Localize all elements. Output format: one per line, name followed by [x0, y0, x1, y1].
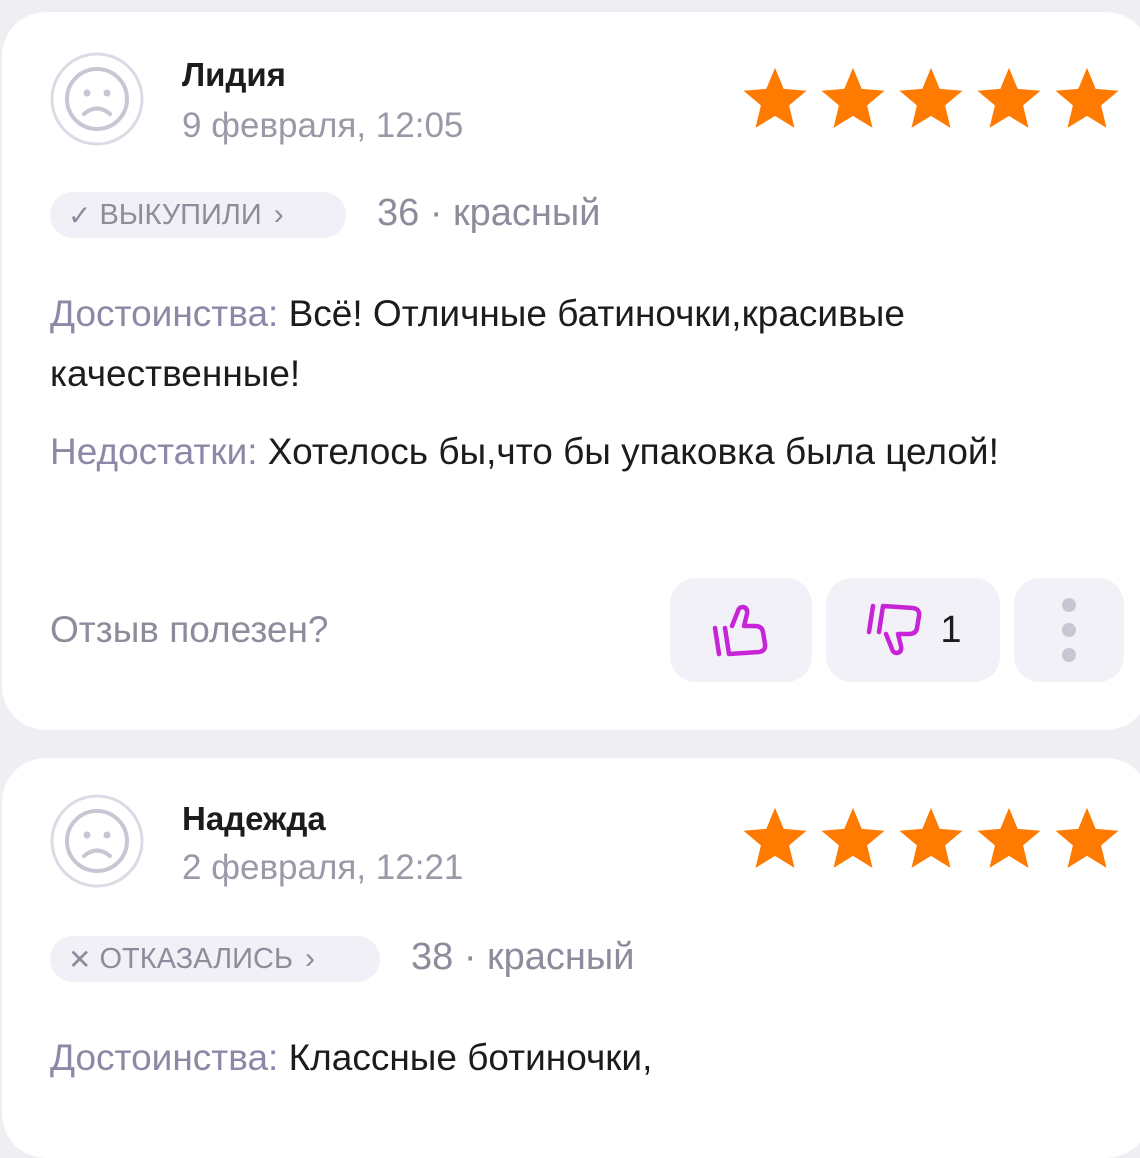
purchase-status-chip[interactable]: ✕ ОТКАЗАЛИСЬ ›: [50, 936, 380, 982]
review-pros: Достоинства: Всё! Отличные батиночки,кра…: [50, 284, 1120, 404]
review-author: Лидия: [182, 56, 286, 93]
review-date: 2 февраля, 12:21: [182, 848, 464, 887]
pros-label: Достоинства:: [50, 293, 279, 334]
sad-face-avatar-icon: [50, 794, 144, 888]
dislike-button[interactable]: 1: [826, 578, 1000, 682]
purchase-status-label: ОТКАЗАЛИСЬ: [99, 942, 293, 975]
cross-icon: ✕: [68, 943, 92, 975]
review-date: 9 февраля, 12:05: [182, 106, 464, 145]
chevron-right-icon: ›: [305, 942, 315, 975]
purchase-status-label: ВЫКУПИЛИ: [99, 198, 262, 231]
review-card: Лидия 9 февраля, 12:05 ✓ ВЫКУПИЛИ › 36 ·…: [2, 12, 1140, 730]
thumbs-down-icon: [867, 603, 922, 656]
checkmark-icon: ✓: [68, 199, 92, 231]
rating-stars: [739, 804, 1123, 876]
cons-label: Недостатки:: [50, 431, 258, 472]
cons-text: Хотелось бы,что бы упаковка была целой!: [257, 431, 999, 472]
review-pros: Достоинства: Классные ботиночки,: [50, 1028, 1120, 1088]
sad-face-avatar-icon: [50, 52, 144, 146]
star-icon: [1055, 67, 1119, 128]
dislike-count: 1: [940, 608, 962, 651]
pros-text: Классные ботиночки,: [278, 1037, 653, 1078]
chevron-right-icon: ›: [273, 198, 284, 231]
star-icon: [821, 67, 885, 128]
purchase-status-chip[interactable]: ✓ ВЫКУПИЛИ ›: [50, 192, 346, 238]
star-icon: [977, 807, 1041, 868]
more-options-button[interactable]: [1014, 578, 1124, 682]
star-icon: [899, 807, 963, 868]
helpful-prompt: Отзыв полезен?: [50, 609, 329, 650]
thumbs-up-icon: [712, 604, 768, 657]
rating-stars: [739, 64, 1123, 136]
star-icon: [1055, 807, 1119, 868]
star-icon: [743, 807, 807, 868]
star-icon: [743, 67, 807, 128]
product-variant: 36 · красный: [377, 192, 601, 234]
more-vertical-icon: [1062, 598, 1076, 662]
like-button[interactable]: [670, 578, 812, 682]
star-icon: [899, 67, 963, 128]
star-icon: [977, 67, 1041, 128]
review-author: Надежда: [182, 800, 326, 837]
review-card: Надежда 2 февраля, 12:21 ✕ ОТКАЗАЛИСЬ › …: [2, 758, 1140, 1158]
star-icon: [821, 807, 885, 868]
product-variant: 38 · красный: [411, 936, 635, 978]
pros-label: Достоинства:: [50, 1037, 279, 1078]
review-cons: Недостатки: Хотелось бы,что бы упаковка …: [50, 422, 1120, 482]
